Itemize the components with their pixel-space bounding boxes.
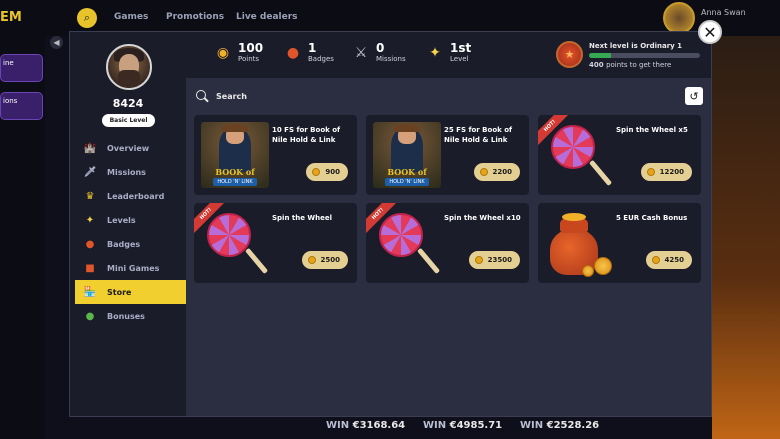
store-card[interactable]: BOOK of NILE HOLD 'N' LINK 10 FS for Boo… — [194, 115, 357, 195]
menu-item-bonuses[interactable]: ● Bonuses — [75, 304, 186, 328]
next-level-icon: ★ — [556, 41, 583, 68]
money-bag-icon: ● — [85, 310, 95, 322]
medal-icon: ● — [286, 45, 300, 61]
price-button[interactable]: 2200 — [473, 163, 520, 181]
profile-id: 8424 — [112, 97, 144, 110]
menu-item-leaderboard[interactable]: ♛ Leaderboard — [75, 184, 186, 208]
menu-item-levels[interactable]: ✦ Levels — [75, 208, 186, 232]
stats-bar: ◉ 100 Points ● 1 Badges ⚔ 0 Missions ✦ 1st L… — [186, 32, 711, 78]
store-card[interactable]: 5 EUR Cash Bonus 4250 — [538, 203, 701, 283]
store-card[interactable]: HOT! Spin the Wheel x10 23500 — [366, 203, 529, 283]
book-of-nile-thumbnail: BOOK of NILE HOLD 'N' LINK — [373, 122, 441, 188]
menu-item-missions[interactable]: 🗡 Missions — [75, 160, 186, 184]
site-sidebar: ine ions — [0, 36, 45, 439]
profile-avatar — [106, 44, 152, 90]
nav-live-dealers[interactable]: Live dealers — [236, 12, 298, 22]
coin-icon — [307, 256, 316, 264]
stat-points: ◉ 100 Points — [214, 42, 263, 64]
stat-level: ✦ 1st Level — [426, 42, 471, 64]
menu-item-store[interactable]: 🏪 Store — [75, 280, 186, 304]
card-title: Spin the Wheel x10 — [444, 214, 521, 222]
gift-icon: ■ — [85, 262, 95, 274]
lollipop-icon — [207, 213, 275, 279]
nav-games[interactable]: Games — [114, 12, 148, 22]
money-bag-icon — [546, 213, 616, 279]
castle-icon: 🏰 — [83, 142, 97, 154]
store-icon: 🏪 — [83, 286, 97, 298]
price-button[interactable]: 23500 — [468, 251, 520, 269]
store-panel: Search ↺ BOOK of NILE HOLD 'N' LINK 10 F… — [186, 78, 711, 416]
card-title: 5 EUR Cash Bonus — [616, 214, 688, 222]
store-card[interactable]: HOT! Spin the Wheel x5 12200 — [538, 115, 701, 195]
site-user-avatar[interactable] — [663, 2, 695, 34]
stat-missions: ⚔ 0 Missions — [352, 42, 406, 64]
price-button[interactable]: 12200 — [640, 163, 692, 181]
close-button[interactable]: ✕ — [698, 20, 722, 44]
menu-item-overview[interactable]: 🏰 Overview — [75, 136, 186, 160]
history-icon[interactable]: ↺ — [685, 87, 703, 105]
menu-item-mini-games[interactable]: ■ Mini Games — [75, 256, 186, 280]
store-card[interactable]: BOOK of NILE HOLD 'N' LINK 25 FS for Boo… — [366, 115, 529, 195]
sparkle-icon: ✦ — [85, 214, 95, 226]
coin-icon — [646, 168, 655, 176]
card-title: 25 FS for Book of Nile Hold & Link — [444, 126, 513, 144]
next-level-subtitle: 400 points to get there — [589, 61, 672, 69]
next-level-progress — [589, 53, 700, 58]
lollipop-icon — [551, 125, 619, 191]
coin-icon — [312, 168, 321, 176]
coin-icon — [474, 256, 483, 264]
site-side-button-1[interactable]: ine — [0, 54, 43, 82]
sparkle-icon: ✦ — [429, 45, 441, 61]
book-of-nile-thumbnail: BOOK of NILE HOLD 'N' LINK — [201, 122, 269, 188]
medal-icon: ● — [85, 238, 95, 250]
card-title: Spin the Wheel — [272, 214, 332, 222]
price-button[interactable]: 2500 — [301, 251, 348, 269]
card-title: Spin the Wheel x5 — [616, 126, 688, 134]
menu-item-badges[interactable]: ● Badges — [75, 232, 186, 256]
search-icon — [196, 90, 209, 103]
nav-promotions[interactable]: Promotions — [166, 12, 224, 22]
modal-sidebar: 8424 Basic Level 🏰 Overview 🗡 Missions ♛ Le… — [70, 32, 186, 416]
loyalty-modal: 8424 Basic Level 🏰 Overview 🗡 Missions ♛ Le… — [69, 31, 712, 417]
stat-badges: ● 1 Badges — [284, 42, 334, 64]
coin-icon — [479, 168, 488, 176]
site-side-button-2[interactable]: ions — [0, 92, 43, 120]
site-logo: EM — [0, 10, 22, 25]
price-button[interactable]: 4250 — [645, 251, 692, 269]
store-card[interactable]: HOT! Spin the Wheel 2500 — [194, 203, 357, 283]
level-badge: Basic Level — [102, 114, 155, 127]
coin-icon — [651, 256, 660, 264]
price-button[interactable]: 900 — [306, 163, 348, 181]
sword-icon: 🗡 — [83, 166, 97, 178]
win-ticker-3: WIN €2528.26 — [520, 420, 600, 431]
crown-icon: ♛ — [85, 190, 95, 202]
site-game-art — [712, 36, 780, 439]
card-title: 10 FS for Book of Nile Hold & Link — [272, 126, 341, 144]
site-username: Anna Swan — [701, 8, 746, 17]
sword-icon: ⚔ — [354, 45, 368, 61]
site-search-icon[interactable]: ⌕ — [77, 8, 97, 28]
win-ticker-2: WIN €4985.71 — [423, 420, 503, 431]
sidebar-collapse-icon[interactable]: ◀ — [50, 36, 63, 49]
next-level-title: Next level is Ordinary 1 — [589, 42, 683, 50]
coins-icon: ◉ — [216, 45, 230, 61]
win-ticker-1: WIN €3168.64 — [326, 420, 406, 431]
modal-menu: 🏰 Overview 🗡 Missions ♛ Leaderboard ✦ Levels… — [75, 136, 186, 328]
lollipop-icon — [379, 213, 447, 279]
store-search[interactable]: Search — [196, 90, 247, 103]
